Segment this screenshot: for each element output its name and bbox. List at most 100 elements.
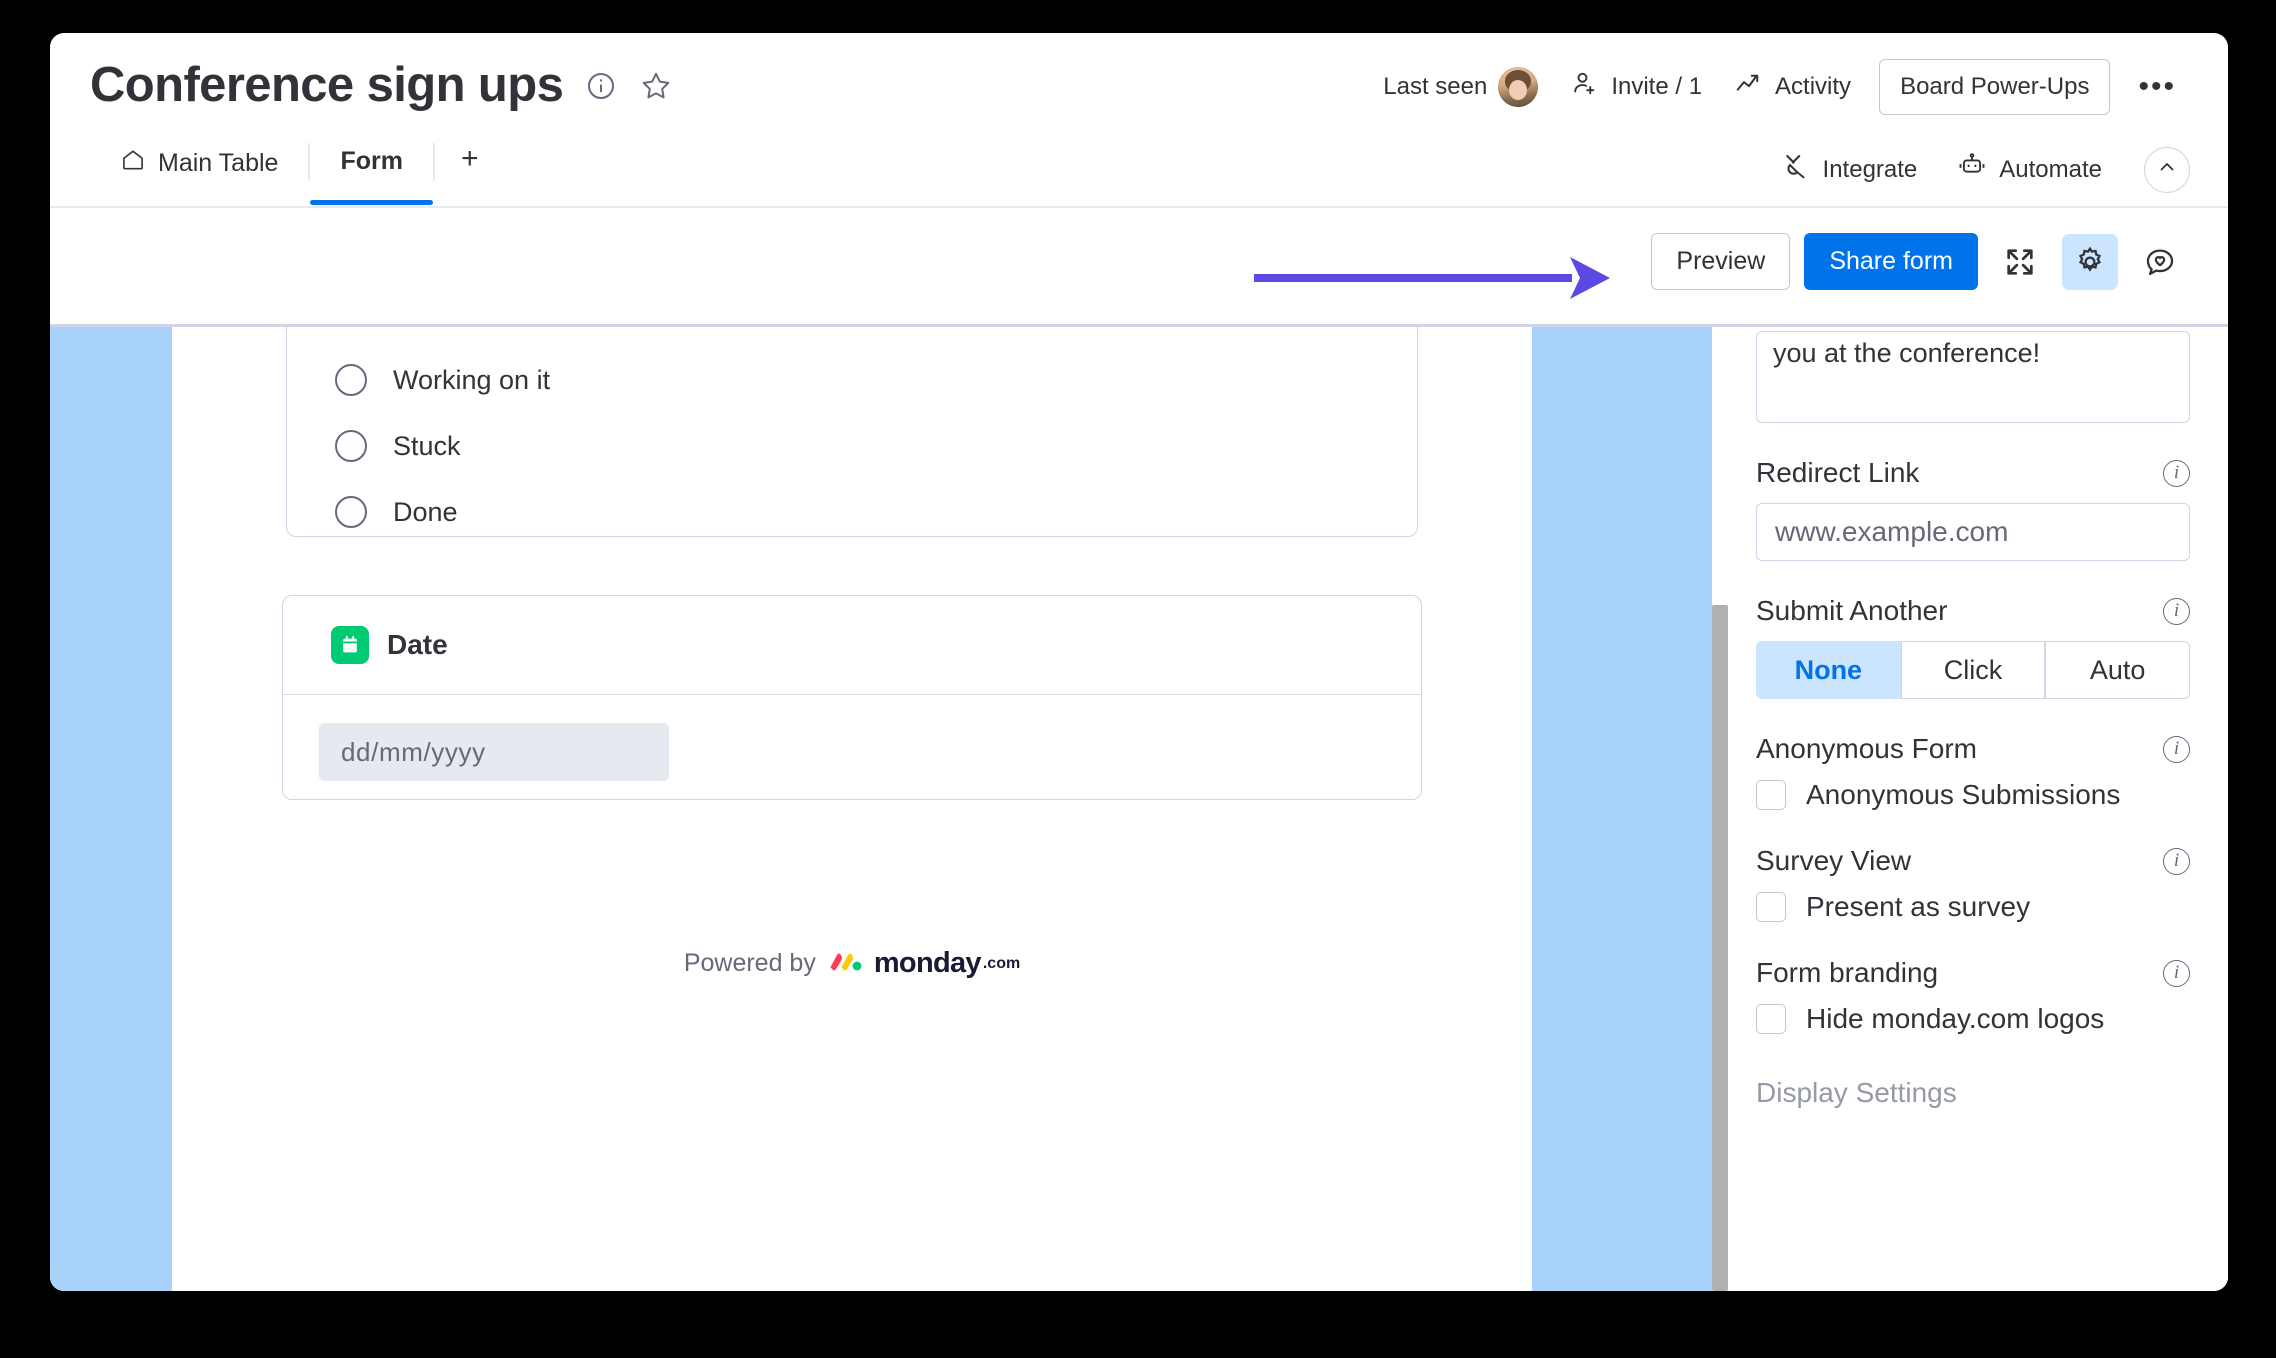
- gear-icon[interactable]: [2062, 234, 2118, 290]
- redirect-link-input[interactable]: www.example.com: [1756, 503, 2190, 561]
- anonymous-form-row: Anonymous Form i: [1756, 733, 2190, 765]
- tabs-right-actions: Integrate Automate: [1765, 141, 2190, 198]
- info-icon[interactable]: i: [2163, 460, 2190, 487]
- radio-option-label: Done: [393, 497, 458, 528]
- radio-option-working-on-it[interactable]: Working on it: [287, 354, 1417, 406]
- redirect-link-label: Redirect Link: [1756, 457, 1919, 489]
- share-form-button[interactable]: Share form: [1804, 233, 1978, 290]
- radio-option-label: Stuck: [393, 431, 461, 462]
- form-toolbar: Preview Share form: [50, 208, 2228, 327]
- hide-logos-checkbox-row[interactable]: Hide monday.com logos: [1756, 1003, 2190, 1035]
- last-seen[interactable]: Last seen: [1367, 57, 1554, 117]
- anonymous-submissions-label: Anonymous Submissions: [1806, 779, 2120, 811]
- info-icon[interactable]: i: [2163, 598, 2190, 625]
- board-header: Conference sign ups Last seen: [50, 33, 2228, 133]
- powered-by-label: Powered by: [684, 949, 816, 978]
- date-card-header: Date: [283, 596, 1421, 695]
- header-actions: Last seen Invite / 1 Activit: [1367, 57, 2190, 117]
- home-icon: [120, 147, 146, 180]
- invite-label: Invite / 1: [1611, 73, 1702, 101]
- display-settings-section-label[interactable]: Display Settings: [1756, 1077, 2190, 1109]
- tab-main-table-label: Main Table: [158, 149, 278, 178]
- submit-another-row: Submit Another i: [1756, 595, 2190, 627]
- date-question-card[interactable]: Date dd/mm/yyyy: [282, 595, 1422, 800]
- plug-icon: [1781, 151, 1811, 188]
- form-preview-canvas: Working on it Stuck Done: [172, 327, 1532, 1291]
- radio-option-stuck[interactable]: Stuck: [287, 420, 1417, 472]
- radio-option-label: Working on it: [393, 365, 550, 396]
- segment-click[interactable]: Click: [1901, 641, 2046, 699]
- form-branding-row: Form branding i: [1756, 957, 2190, 989]
- radio-option-done[interactable]: Done: [287, 486, 1417, 538]
- board-power-ups-button[interactable]: Board Power-Ups: [1879, 59, 2110, 115]
- tab-form-label: Form: [340, 147, 403, 176]
- segment-auto[interactable]: Auto: [2045, 641, 2190, 699]
- radio-icon[interactable]: [335, 496, 367, 528]
- tab-form[interactable]: Form: [310, 133, 433, 190]
- activity-label: Activity: [1775, 73, 1851, 101]
- avatar[interactable]: [1498, 67, 1538, 107]
- powered-by-footer: Powered by monday .com: [172, 947, 1532, 980]
- present-as-survey-checkbox-row[interactable]: Present as survey: [1756, 891, 2190, 923]
- form-toolbar-actions: Preview Share form: [1651, 233, 2188, 290]
- status-question-card[interactable]: Working on it Stuck Done: [286, 327, 1418, 537]
- settings-scrollbar[interactable]: [1712, 327, 1728, 1291]
- integrate-button[interactable]: Integrate: [1765, 141, 1934, 198]
- form-editor-content: Working on it Stuck Done: [50, 327, 2228, 1291]
- submit-another-label: Submit Another: [1756, 595, 1947, 627]
- automate-button[interactable]: Automate: [1941, 141, 2118, 198]
- integrate-label: Integrate: [1823, 156, 1918, 184]
- checkbox[interactable]: [1756, 892, 1786, 922]
- board-title-group: Conference sign ups: [90, 61, 673, 110]
- automate-label: Automate: [1999, 156, 2102, 184]
- preview-button[interactable]: Preview: [1651, 233, 1790, 290]
- segment-none[interactable]: None: [1756, 641, 1901, 699]
- view-tabs-bar: Main Table Form + Integrate: [50, 133, 2228, 208]
- collapse-header-button[interactable]: [2144, 147, 2190, 193]
- form-settings-panel: you at the conference! Redirect Link i w…: [1728, 327, 2228, 1291]
- date-card-body: dd/mm/yyyy: [283, 695, 1421, 781]
- view-tabs: Main Table Form +: [90, 133, 504, 206]
- checkbox[interactable]: [1756, 1004, 1786, 1034]
- more-options-icon[interactable]: •••: [2124, 68, 2190, 106]
- activity-button[interactable]: Activity: [1718, 59, 1867, 116]
- activity-icon: [1734, 69, 1764, 106]
- expand-icon[interactable]: [1992, 234, 2048, 290]
- anonymous-form-label: Anonymous Form: [1756, 733, 1977, 765]
- last-seen-label: Last seen: [1383, 73, 1487, 101]
- date-card-title: Date: [387, 629, 448, 661]
- checkbox[interactable]: [1756, 780, 1786, 810]
- monday-tld: .com: [983, 955, 1020, 973]
- app-window: Conference sign ups Last seen: [50, 33, 2228, 1291]
- calendar-icon: [331, 626, 369, 664]
- chevron-up-icon: [2155, 155, 2179, 184]
- form-background-right: [1532, 327, 1712, 1291]
- page-title: Conference sign ups: [90, 61, 563, 110]
- description-textarea[interactable]: you at the conference!: [1756, 331, 2190, 423]
- person-add-icon: [1570, 69, 1600, 106]
- present-as-survey-label: Present as survey: [1806, 891, 2030, 923]
- radio-icon[interactable]: [335, 430, 367, 462]
- hide-logos-label: Hide monday.com logos: [1806, 1003, 2104, 1035]
- info-icon[interactable]: i: [2163, 960, 2190, 987]
- add-view-button[interactable]: +: [435, 133, 505, 185]
- redirect-link-row: Redirect Link i: [1756, 457, 2190, 489]
- tab-main-table[interactable]: Main Table: [90, 133, 308, 194]
- star-icon[interactable]: [639, 69, 673, 103]
- info-icon[interactable]: i: [2163, 736, 2190, 763]
- scrollbar-thumb[interactable]: [1712, 605, 1728, 1291]
- date-input[interactable]: dd/mm/yyyy: [319, 723, 669, 781]
- form-background-left: [50, 327, 172, 1291]
- submit-another-segmented: None Click Auto: [1756, 641, 2190, 699]
- chat-heart-icon[interactable]: [2132, 234, 2188, 290]
- form-branding-label: Form branding: [1756, 957, 1938, 989]
- survey-view-row: Survey View i: [1756, 845, 2190, 877]
- anonymous-submissions-checkbox-row[interactable]: Anonymous Submissions: [1756, 779, 2190, 811]
- monday-logo-mark: [828, 950, 862, 977]
- invite-button[interactable]: Invite / 1: [1554, 59, 1718, 116]
- survey-view-label: Survey View: [1756, 845, 1911, 877]
- monday-wordmark: monday: [874, 947, 981, 980]
- info-icon[interactable]: i: [2163, 848, 2190, 875]
- info-icon[interactable]: [585, 70, 617, 102]
- radio-icon[interactable]: [335, 364, 367, 396]
